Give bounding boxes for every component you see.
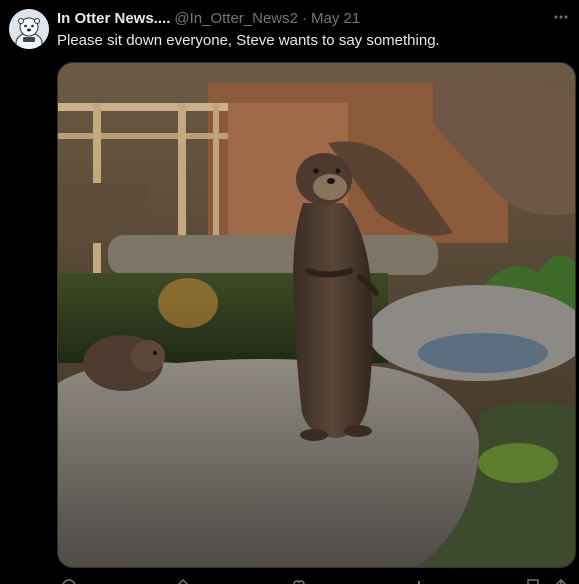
share-icon[interactable] bbox=[553, 578, 569, 584]
user-handle[interactable]: @In_Otter_News2 bbox=[174, 10, 298, 28]
tweet-actions bbox=[57, 574, 574, 584]
tweet: In Otter News.... @In_Otter_News2 · May … bbox=[0, 0, 579, 584]
tweet-photo[interactable] bbox=[57, 62, 576, 568]
tweet-header: In Otter News.... @In_Otter_News2 · May … bbox=[57, 10, 360, 28]
otter-photo bbox=[58, 63, 575, 567]
avatar[interactable] bbox=[9, 9, 49, 49]
bookmark-icon[interactable] bbox=[525, 578, 541, 584]
display-name[interactable]: In Otter News.... bbox=[57, 10, 170, 28]
more-options-icon[interactable] bbox=[551, 7, 571, 27]
repost-icon[interactable] bbox=[175, 578, 191, 584]
tweet-text: Please sit down everyone, Steve wants to… bbox=[57, 32, 440, 49]
views-icon[interactable] bbox=[409, 578, 425, 584]
otter-avatar-icon bbox=[9, 9, 49, 49]
separator-dot: · bbox=[301, 10, 307, 27]
tweet-date[interactable]: May 21 bbox=[311, 10, 360, 28]
like-icon[interactable] bbox=[291, 578, 307, 584]
reply-icon[interactable] bbox=[61, 578, 77, 584]
